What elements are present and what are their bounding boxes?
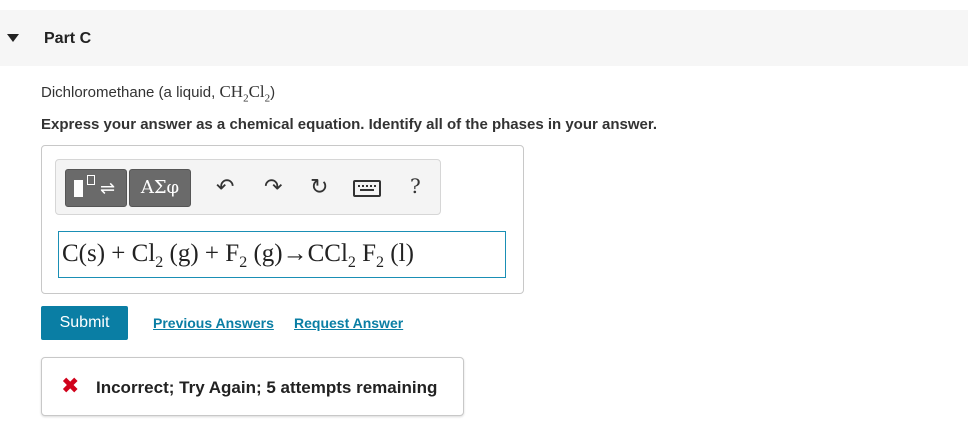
help-button[interactable]: ? [410, 174, 421, 198]
keyboard-icon[interactable] [353, 180, 381, 197]
request-answer-link[interactable]: Request Answer [294, 315, 403, 331]
feedback-text: Incorrect; Try Again; 5 attempts remaini… [96, 378, 438, 397]
part-header[interactable]: Part C [0, 10, 968, 66]
undo-icon[interactable]: ↶ [216, 174, 234, 200]
x-icon: ✖ [61, 373, 80, 398]
reset-icon[interactable]: ↻ [310, 174, 328, 200]
previous-answers-link[interactable]: Previous Answers [153, 315, 274, 331]
collapse-caret-icon[interactable] [7, 34, 19, 42]
feedback-box: ✖ Incorrect; Try Again; 5 attempts remai… [41, 357, 464, 416]
templates-icon [74, 180, 83, 197]
submit-button[interactable]: Submit [41, 306, 128, 340]
math-toolbar: ⇌ ΑΣφ ↶ ↷ ↻ ? [55, 159, 441, 215]
answer-input[interactable]: C(s) + Cl2 (g) + F2 (g)→CCl2 F2 (l) [58, 231, 506, 278]
greek-symbols-button[interactable]: ΑΣφ [129, 169, 191, 207]
instruction-text: Express your answer as a chemical equati… [41, 116, 658, 133]
redo-icon[interactable]: ↷ [264, 174, 282, 200]
answer-box: ⇌ ΑΣφ ↶ ↷ ↻ ? C(s) + Cl2 (g) + F2 (g)→CC… [41, 145, 524, 294]
question-text: Dichloromethane (a liquid, CH2Cl2) [41, 82, 276, 105]
question-formula: CH2Cl2 [219, 82, 271, 105]
templates-button[interactable]: ⇌ [65, 169, 127, 207]
part-title: Part C [44, 30, 92, 47]
